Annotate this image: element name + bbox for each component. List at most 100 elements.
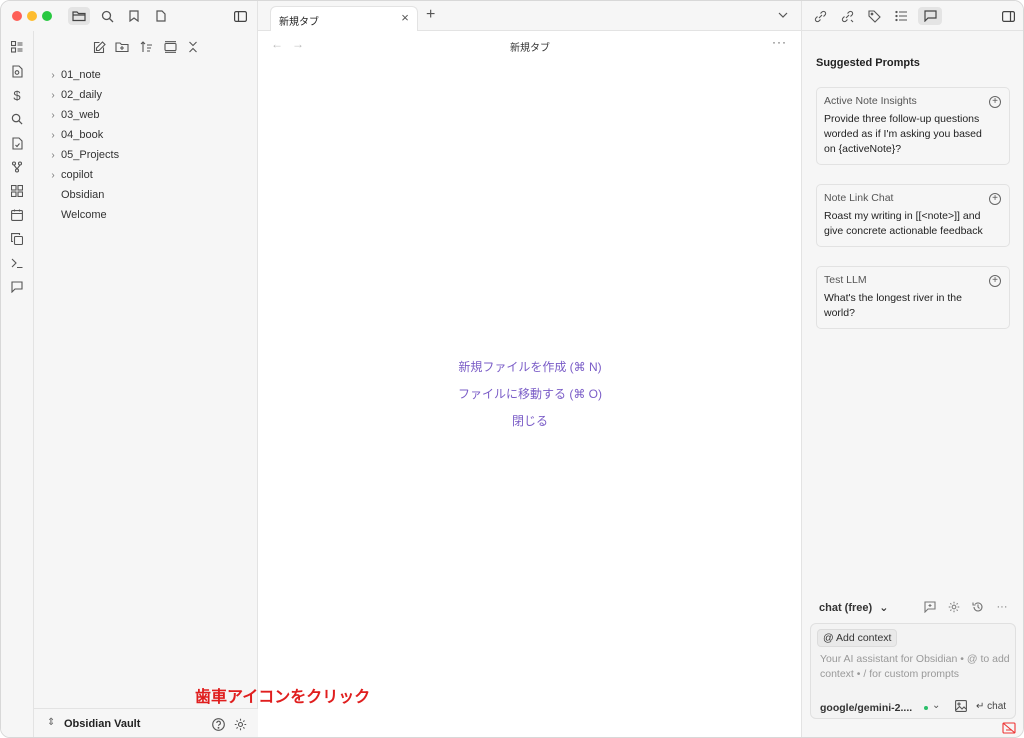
tree-item-folder[interactable]: › 05_Projects: [34, 145, 258, 165]
more-options-icon[interactable]: ···: [772, 35, 787, 49]
tab-bar: 新規タブ × +: [258, 1, 802, 31]
prompt-text: Provide three follow-up questions worded…: [824, 113, 982, 155]
right-sidebar-toggle-icon[interactable]: [998, 7, 1018, 25]
copy-icon[interactable]: [9, 231, 25, 247]
chevron-down-icon[interactable]: ⌄: [932, 700, 940, 711]
tree-item-label: copilot: [61, 169, 93, 181]
close-tab-link[interactable]: 閉じる: [258, 412, 802, 429]
git-branch-icon[interactable]: [9, 159, 25, 175]
collapse-all-icon[interactable]: [185, 39, 201, 55]
prompt-title: Note Link Chat: [824, 192, 894, 204]
terminal-icon[interactable]: [9, 255, 25, 271]
add-circle-icon[interactable]: +: [989, 275, 1001, 287]
chevron-right-icon: ›: [51, 89, 55, 101]
tree-item-label: Obsidian: [61, 189, 105, 201]
file-icon[interactable]: [150, 7, 172, 25]
note-search-icon[interactable]: [9, 63, 25, 79]
chat-bubble-icon[interactable]: [918, 7, 942, 25]
tree-item-label: 02_daily: [61, 89, 102, 101]
prompt-text: What's the longest river in the world?: [824, 292, 962, 319]
grid-icon[interactable]: [9, 183, 25, 199]
collapse-view-icon[interactable]: [162, 39, 178, 55]
tab-label: 新規タブ: [279, 17, 319, 28]
sidebar-toggle-icon[interactable]: [229, 7, 251, 25]
close-window-button[interactable]: [12, 11, 22, 21]
folder-icon[interactable]: [68, 7, 90, 25]
add-context-button[interactable]: @ Add context: [817, 629, 898, 647]
gear-icon[interactable]: [232, 716, 248, 732]
backlinks-icon[interactable]: [810, 7, 830, 25]
help-icon[interactable]: [210, 716, 226, 732]
tree-item-folder[interactable]: › 01_note: [34, 65, 258, 85]
tree-item-folder[interactable]: › 02_daily: [34, 85, 258, 105]
prompt-title: Test LLM: [824, 274, 867, 286]
obsidian-window: $ › 01_note › 02_daily › 03_web › 04_boo…: [0, 0, 1024, 738]
dashboard-icon[interactable]: [9, 39, 25, 55]
tree-item-label: 01_note: [61, 69, 101, 81]
chevron-updown-icon: ⇕: [47, 717, 56, 728]
file-explorer: › 01_note › 02_daily › 03_web › 04_book › 05_…: [34, 31, 258, 737]
sort-icon[interactable]: [138, 39, 154, 55]
empty-state: 新規ファイルを作成 (⌘ N) ファイルに移動する (⌘ O) 閉じる: [258, 59, 802, 737]
chevron-down-icon: ⌄: [879, 602, 889, 614]
chevron-down-icon[interactable]: [777, 9, 789, 21]
tree-item-folder[interactable]: › copilot: [34, 165, 258, 185]
status-dot: [924, 706, 928, 710]
create-file-link[interactable]: 新規ファイルを作成 (⌘ N): [258, 358, 802, 375]
search-icon[interactable]: [96, 7, 118, 25]
copilot-panel: Suggested Prompts Active Note Insights P…: [802, 31, 1023, 737]
close-icon[interactable]: ×: [399, 11, 411, 25]
gear-icon[interactable]: [947, 600, 961, 614]
new-folder-icon[interactable]: [114, 39, 130, 55]
prompt-card[interactable]: Active Note Insights Provide three follo…: [816, 87, 1010, 165]
annotation-text: 歯車アイコンをクリック: [195, 689, 371, 706]
new-chat-icon[interactable]: [923, 600, 937, 614]
add-circle-icon[interactable]: +: [989, 96, 1001, 108]
view-title: 新規タブ: [510, 43, 550, 54]
dollar-icon[interactable]: $: [9, 87, 25, 103]
minimize-window-button[interactable]: [27, 11, 37, 21]
ribbon: $: [1, 31, 34, 737]
history-icon[interactable]: [971, 600, 985, 614]
bookmark-icon[interactable]: [123, 7, 145, 25]
chevron-right-icon: ›: [51, 109, 55, 121]
tag-icon[interactable]: [864, 7, 884, 25]
new-tab-plus-icon[interactable]: +: [426, 6, 435, 24]
outgoing-links-icon[interactable]: [837, 7, 857, 25]
vault-name: Obsidian Vault: [64, 718, 141, 730]
prompt-card[interactable]: Note Link Chat Roast my writing in [[<no…: [816, 184, 1010, 247]
tree-item-file[interactable]: Obsidian: [34, 185, 258, 205]
chat-input-box[interactable]: @ Add context Your AI assistant for Obsi…: [810, 623, 1016, 719]
tree-item-file[interactable]: Welcome: [34, 205, 258, 225]
model-selector[interactable]: google/gemini-2....: [820, 702, 912, 714]
chevron-right-icon: ›: [51, 149, 55, 161]
goto-file-link[interactable]: ファイルに移動する (⌘ O): [258, 385, 802, 402]
chat-mode-label: chat (free): [819, 602, 873, 614]
file-check-icon[interactable]: [9, 135, 25, 151]
sync-error-icon[interactable]: [1001, 721, 1017, 735]
vault-switcher[interactable]: ⇕ Obsidian Vault: [34, 708, 258, 737]
chat-mode-selector[interactable]: chat (free) ⌄: [819, 601, 888, 614]
right-sidebar-header: [802, 1, 1023, 31]
suggested-prompts-title: Suggested Prompts: [816, 57, 920, 69]
tab-new[interactable]: 新規タブ ×: [270, 6, 418, 31]
image-icon[interactable]: [955, 700, 967, 712]
new-note-icon[interactable]: [91, 39, 107, 55]
calendar-icon[interactable]: [9, 207, 25, 223]
prompt-text: Roast my writing in [[<note>]] and give …: [824, 210, 983, 237]
prompt-card[interactable]: Test LLM What's the longest river in the…: [816, 266, 1010, 329]
zoom-window-button[interactable]: [42, 11, 52, 21]
send-button[interactable]: ↵ chat: [976, 701, 1006, 712]
titlebar-left: [1, 1, 258, 31]
chat-bubble-icon[interactable]: [9, 279, 25, 295]
tree-item-folder[interactable]: › 03_web: [34, 105, 258, 125]
search-icon[interactable]: [9, 111, 25, 127]
tree-item-label: 05_Projects: [61, 149, 120, 161]
chat-input-placeholder[interactable]: Your AI assistant for Obsidian • @ to ad…: [820, 652, 1010, 682]
outline-icon[interactable]: [891, 7, 911, 25]
chevron-right-icon: ›: [51, 169, 55, 181]
prompt-title: Active Note Insights: [824, 95, 917, 107]
add-circle-icon[interactable]: +: [989, 193, 1001, 205]
more-options-icon[interactable]: ···: [995, 600, 1009, 614]
tree-item-folder[interactable]: › 04_book: [34, 125, 258, 145]
